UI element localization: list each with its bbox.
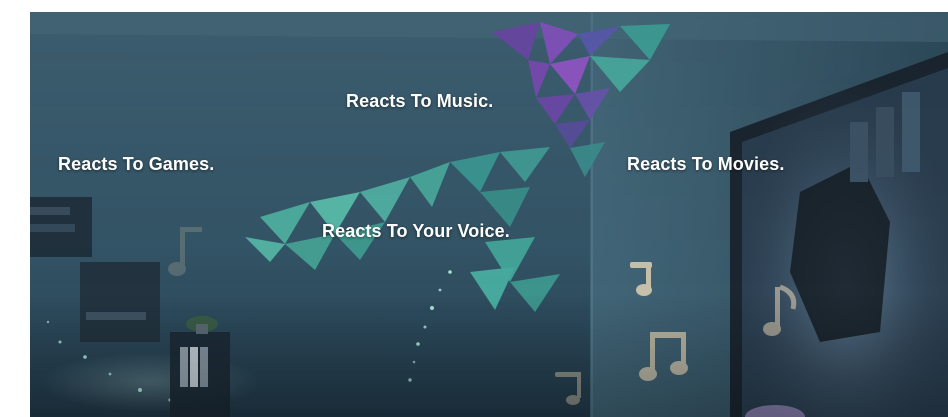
caption-reacts-to-movies: Reacts To Movies. <box>627 154 785 174</box>
caption-reacts-to-music: Reacts To Music. <box>346 91 494 111</box>
caption-reacts-to-your-voice: Reacts To Your Voice. <box>322 221 510 241</box>
room-scene-illustration <box>30 12 948 417</box>
hero-banner: Reacts To Music. Reacts To Games. Reacts… <box>30 12 948 417</box>
page: Reacts To Music. Reacts To Games. Reacts… <box>0 0 948 417</box>
caption-reacts-to-games: Reacts To Games. <box>58 154 215 174</box>
